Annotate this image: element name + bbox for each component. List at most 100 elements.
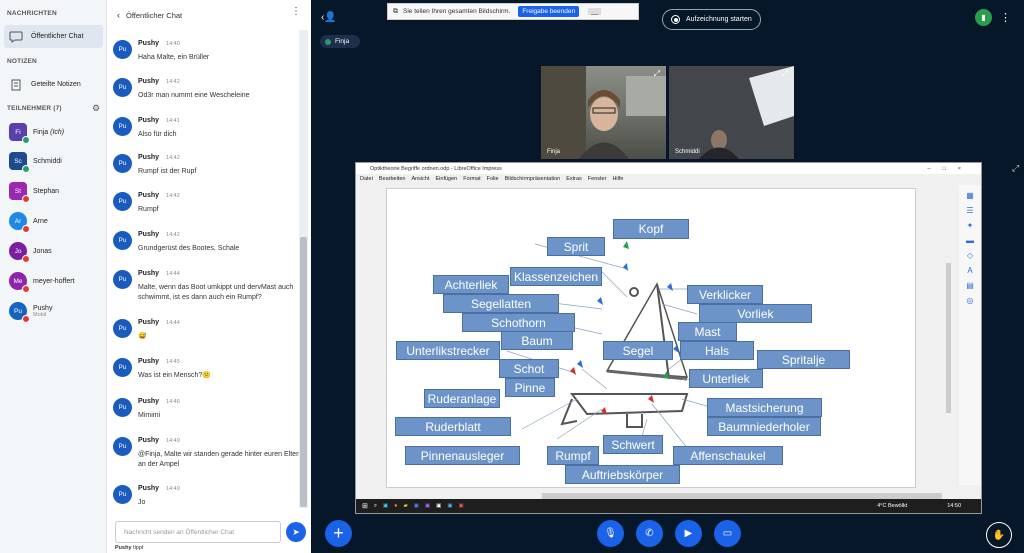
term-label[interactable]: Vorliek bbox=[699, 304, 812, 323]
fullscreen-icon[interactable]: ⤢ bbox=[654, 69, 660, 79]
user-item[interactable]: Sc Schmiddi bbox=[9, 150, 62, 173]
windows-taskbar: ⊞ ⌕ ▣ ● ▰ ▣ ▣ ▣ ▣ ▣ 4°C Bewölkt 14:50 bbox=[356, 499, 981, 513]
user-item[interactable]: Jo Jonas bbox=[9, 240, 52, 263]
avatar: Pu bbox=[113, 319, 132, 338]
camera-button[interactable]: ▶ bbox=[675, 520, 702, 547]
term-label[interactable]: Klassenzeichen bbox=[510, 267, 602, 286]
record-button[interactable]: Aufzeichnung starten bbox=[662, 9, 761, 30]
user-item[interactable]: Pu Pushy Mobil bbox=[9, 300, 52, 323]
menu-item[interactable]: Format bbox=[463, 176, 480, 182]
term-label[interactable]: Mastsicherung bbox=[707, 398, 822, 417]
weather-widget[interactable]: 4°C Bewölkt bbox=[877, 503, 907, 509]
search-icon[interactable]: ⌕ bbox=[374, 503, 377, 510]
message-text: Haha Malte, ein Brüller bbox=[138, 54, 210, 61]
taskbar-app-icon[interactable]: ▣ bbox=[383, 503, 388, 509]
scrollbar-thumb[interactable] bbox=[300, 237, 307, 507]
menu-item[interactable]: Hilfe bbox=[612, 176, 623, 182]
video-tile[interactable]: Schmiddi ⤢ bbox=[669, 66, 794, 159]
shared-notes-link[interactable]: Geteilte Notizen bbox=[4, 73, 103, 96]
user-list-toggle-icon[interactable]: ‹👤 bbox=[321, 12, 337, 23]
slide-transition-icon[interactable]: ☰ bbox=[964, 205, 976, 215]
gear-icon[interactable]: ⚙ bbox=[92, 103, 100, 114]
term-label[interactable]: Baumniederholer bbox=[707, 417, 821, 436]
term-label[interactable]: Segel bbox=[603, 341, 673, 360]
term-label[interactable]: Auftriebskörper bbox=[565, 465, 680, 484]
user-item[interactable]: Ar Arne bbox=[9, 210, 48, 233]
audio-button[interactable]: ✆ bbox=[636, 520, 663, 547]
chat-scrollbar[interactable] bbox=[299, 30, 308, 508]
term-label[interactable]: Mast bbox=[678, 322, 737, 341]
message-text: Mimimi bbox=[138, 412, 161, 419]
taskbar-app-icon[interactable]: ▣ bbox=[425, 503, 430, 509]
master-slides-icon[interactable]: ▬ bbox=[964, 235, 976, 245]
term-label[interactable]: Schot bbox=[499, 359, 559, 378]
stop-sharing-button[interactable]: Freigabe beenden bbox=[518, 6, 580, 17]
term-label[interactable]: Pinne bbox=[505, 378, 555, 397]
send-button[interactable]: ➤ bbox=[286, 522, 306, 542]
more-vertical-icon[interactable]: ⋮ bbox=[291, 7, 301, 17]
styles-icon[interactable]: A bbox=[964, 265, 976, 275]
taskbar-app-icon[interactable]: ▣ bbox=[436, 503, 441, 509]
shapes-icon[interactable]: ◇ bbox=[964, 250, 976, 260]
term-label[interactable]: Affenschaukel bbox=[673, 446, 783, 465]
term-label[interactable]: Rumpf bbox=[547, 446, 599, 465]
more-vertical-icon[interactable]: ⋮ bbox=[1000, 11, 1011, 24]
video-tile[interactable]: Finja ⤢ bbox=[541, 66, 666, 159]
raise-hand-button[interactable]: ✋ bbox=[986, 522, 1012, 548]
window-controls[interactable]: –□× bbox=[927, 166, 973, 172]
impress-icon[interactable]: ▣ bbox=[459, 503, 464, 509]
screen-share-button[interactable]: ▭ bbox=[714, 520, 741, 547]
term-label[interactable]: Schwert bbox=[603, 435, 663, 454]
term-label[interactable]: Unterliek bbox=[689, 369, 763, 388]
menu-item[interactable]: Bearbeiten bbox=[379, 176, 406, 182]
menu-item[interactable]: Datei bbox=[360, 176, 373, 182]
user-item[interactable]: St Stephan bbox=[9, 180, 59, 203]
public-chat-link[interactable]: Öffentlicher Chat bbox=[4, 25, 103, 48]
user-item[interactable]: Me meyer-hoffert bbox=[9, 270, 75, 293]
windows-start-icon[interactable]: ⊞ bbox=[362, 502, 368, 510]
menu-item[interactable]: Ansicht bbox=[411, 176, 429, 182]
menu-item[interactable]: Einfügen bbox=[436, 176, 458, 182]
animation-icon[interactable]: ✦ bbox=[964, 220, 976, 230]
gallery-icon[interactable]: ▤ bbox=[964, 280, 976, 290]
taskbar-app-icon[interactable]: ▣ bbox=[414, 503, 419, 509]
connection-status-icon[interactable]: ▮ bbox=[975, 9, 992, 26]
message-time: 14:42 bbox=[166, 232, 180, 238]
message-text: Rumpf ist der Rupf bbox=[138, 168, 197, 175]
menu-item[interactable]: Extras bbox=[566, 176, 582, 182]
term-label[interactable]: Hals bbox=[680, 341, 754, 360]
term-label[interactable]: Schothorn bbox=[462, 313, 575, 332]
term-label[interactable]: Achterliek bbox=[433, 275, 509, 294]
firefox-icon[interactable]: ● bbox=[394, 503, 397, 509]
chat-input[interactable]: Nachricht senden an Öffentlicher Chat bbox=[115, 521, 281, 543]
term-label[interactable]: Ruderblatt bbox=[395, 417, 511, 436]
term-label[interactable]: Kopf bbox=[613, 219, 689, 239]
term-label[interactable]: Verklicker bbox=[687, 285, 763, 304]
chevron-left-icon[interactable]: ‹ bbox=[117, 10, 120, 20]
term-label[interactable]: Sprit bbox=[547, 237, 605, 256]
term-label[interactable]: Baum bbox=[501, 331, 573, 350]
fullscreen-icon[interactable]: ⤢ bbox=[782, 69, 788, 79]
menu-item[interactable]: Bildschirmpräsentation bbox=[505, 176, 561, 182]
menu-item[interactable]: Fenster bbox=[588, 176, 607, 182]
term-label[interactable]: Pinnenausleger bbox=[405, 446, 520, 465]
term-label[interactable]: Segellatten bbox=[443, 294, 559, 313]
properties-icon[interactable]: ▦ bbox=[964, 190, 976, 200]
term-label[interactable]: Ruderanlage bbox=[424, 389, 500, 408]
mic-muted-icon bbox=[22, 315, 30, 323]
taskbar-app-icon[interactable]: ▣ bbox=[447, 503, 452, 509]
folder-icon[interactable]: ▰ bbox=[404, 503, 408, 509]
message-author: Pushy 14:42 bbox=[138, 231, 180, 238]
mute-button[interactable]: 🎙 bbox=[597, 520, 624, 547]
menu-item[interactable]: Folie bbox=[487, 176, 499, 182]
user-item[interactable]: Fi Finja (Ich) bbox=[9, 121, 64, 144]
term-label[interactable]: Unterlikstrecker bbox=[396, 341, 500, 360]
actions-button[interactable]: + bbox=[325, 520, 352, 547]
slide-scrollbar[interactable] bbox=[946, 263, 951, 413]
term-label[interactable]: Spritalje bbox=[757, 350, 850, 369]
message-text: Rumpf bbox=[138, 206, 159, 213]
navigator-icon[interactable]: ◎ bbox=[964, 295, 976, 305]
message-author: Pushy 14:45 bbox=[138, 358, 180, 365]
fullscreen-icon[interactable]: ⤢ bbox=[1012, 163, 1019, 174]
hide-share-bar-button[interactable]: __ bbox=[588, 8, 602, 15]
